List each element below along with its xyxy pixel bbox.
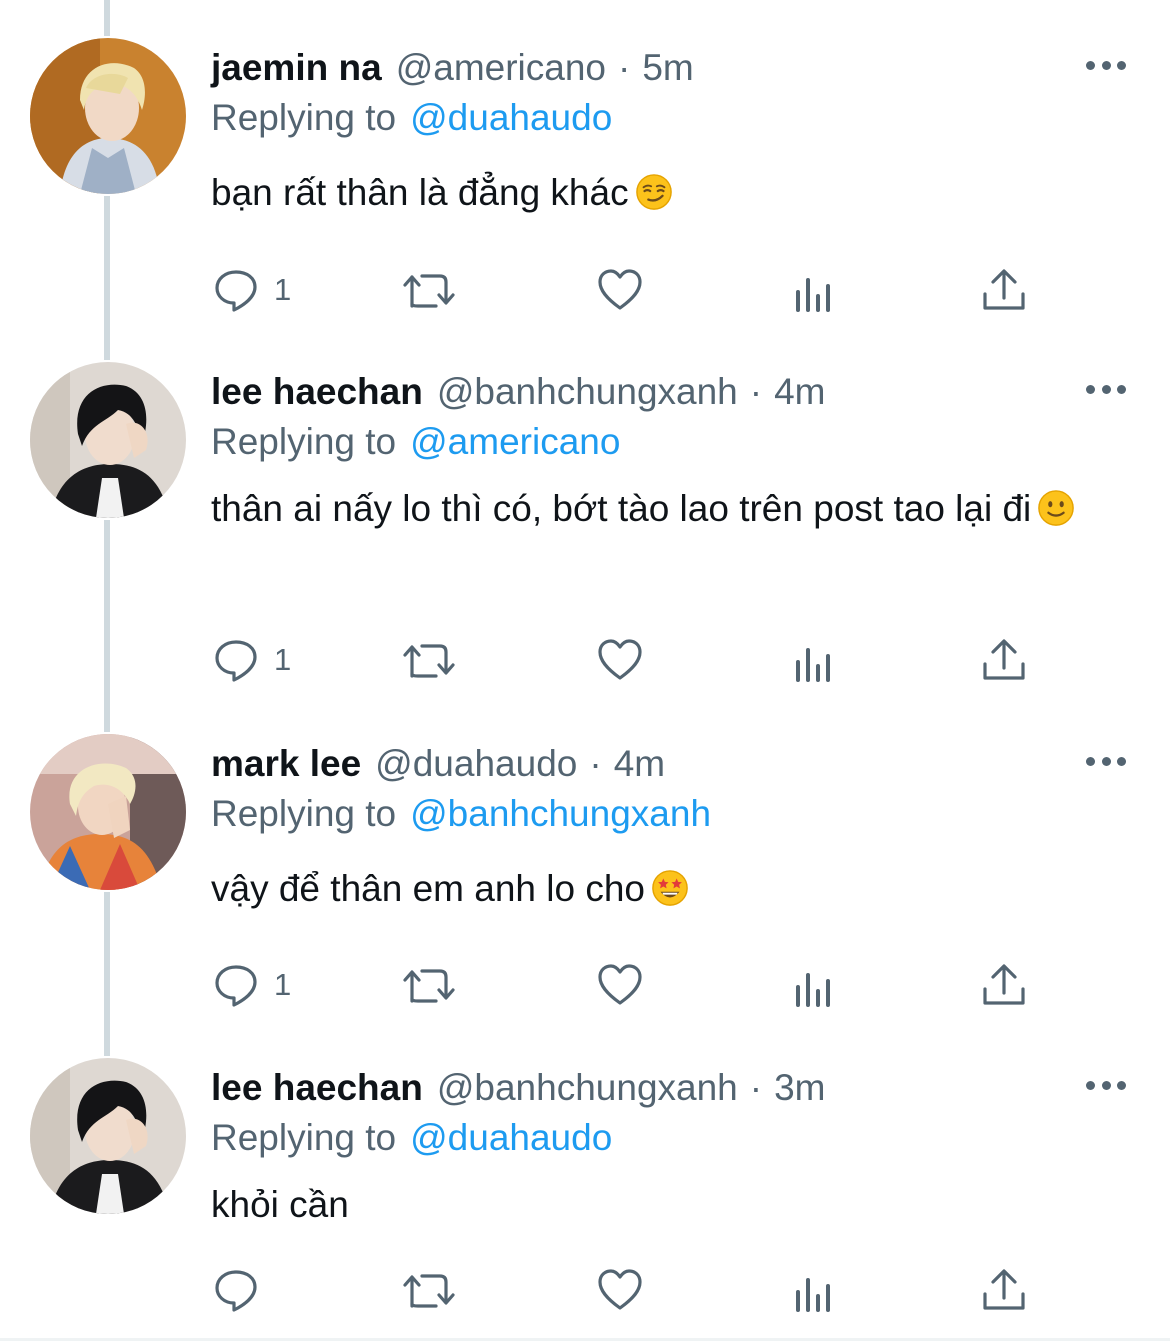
reply-button[interactable]: 1 xyxy=(212,630,291,690)
avatar[interactable] xyxy=(30,38,186,194)
views-icon xyxy=(796,1278,830,1312)
author-name[interactable]: mark lee xyxy=(211,743,361,785)
star-struck-emoji xyxy=(652,870,688,906)
tweet-text-content: thân ai nấy lo thì có, bớt tào lao trên … xyxy=(211,488,1032,529)
tweet-text: bạn rất thân là đẳng khác xyxy=(211,164,1131,222)
tweet-actions xyxy=(0,1260,1170,1320)
retweet-button[interactable] xyxy=(402,1260,458,1320)
share-icon xyxy=(983,1269,1025,1310)
replying-to-handle[interactable]: @duahaudo xyxy=(410,97,612,139)
author-handle[interactable]: @americano xyxy=(396,47,606,89)
avatar[interactable] xyxy=(30,1058,186,1214)
separator-dot: · xyxy=(749,371,763,412)
views-icon xyxy=(796,278,830,312)
retweet-button[interactable] xyxy=(402,630,458,690)
tweet-text-content: bạn rất thân là đẳng khác xyxy=(211,172,629,213)
reply-count: 1 xyxy=(274,967,292,1002)
thread-line xyxy=(104,0,110,36)
share-button[interactable] xyxy=(980,955,1028,1015)
replying-to-handle[interactable]: @duahaudo xyxy=(410,1117,612,1159)
like-button[interactable] xyxy=(596,1260,644,1320)
timestamp[interactable]: 4m xyxy=(614,743,665,785)
tweet-actions: 1 xyxy=(0,630,1170,690)
avatar[interactable] xyxy=(30,362,186,518)
replying-to-label: Replying to xyxy=(211,97,397,138)
timestamp[interactable]: 3m xyxy=(774,1067,825,1109)
reply-button[interactable]: 1 xyxy=(212,955,291,1015)
author-name[interactable]: lee haechan xyxy=(211,371,423,413)
share-icon xyxy=(983,639,1025,680)
reply-button[interactable] xyxy=(212,1260,274,1320)
views-icon xyxy=(796,973,830,1007)
more-icon[interactable] xyxy=(1086,754,1126,768)
heart-icon xyxy=(598,639,642,680)
author-name[interactable]: jaemin na xyxy=(211,47,382,89)
author-handle[interactable]: @banhchungxanh xyxy=(437,371,738,413)
timestamp[interactable]: 5m xyxy=(642,47,693,89)
like-button[interactable] xyxy=(596,630,644,690)
heart-icon xyxy=(598,964,642,1005)
retweet-icon xyxy=(403,1274,455,1308)
replying-to-handle[interactable]: @banhchungxanh xyxy=(410,793,711,835)
heart-icon xyxy=(598,1269,642,1310)
heart-icon xyxy=(598,269,642,310)
views-button[interactable] xyxy=(790,260,838,320)
author-handle[interactable]: @duahaudo xyxy=(375,743,577,785)
separator-dot: · xyxy=(589,743,602,784)
like-button[interactable] xyxy=(596,955,644,1015)
more-icon[interactable] xyxy=(1086,382,1126,396)
thread-line xyxy=(104,520,110,732)
share-icon xyxy=(983,964,1025,1005)
reply-icon xyxy=(215,640,257,682)
views-button[interactable] xyxy=(790,630,838,690)
author-handle[interactable]: @banhchungxanh xyxy=(437,1067,738,1109)
tweet-text: khỏi cần xyxy=(211,1176,1131,1234)
retweet-button[interactable] xyxy=(402,955,458,1015)
retweet-icon xyxy=(403,644,455,678)
tweet-actions: 1 xyxy=(0,955,1170,1015)
smirking-face-emoji xyxy=(635,174,672,210)
retweet-icon xyxy=(403,274,455,308)
views-icon xyxy=(796,648,830,682)
reply-count: 1 xyxy=(274,642,292,677)
replying-to-label: Replying to xyxy=(211,793,397,834)
reply-button[interactable]: 1 xyxy=(212,260,291,320)
reply-icon xyxy=(215,965,257,1007)
more-icon[interactable] xyxy=(1086,1078,1126,1092)
replying-to-handle[interactable]: @americano xyxy=(410,421,620,463)
separator-dot: · xyxy=(618,47,631,88)
slightly-smiling-face-emoji xyxy=(1038,490,1075,526)
share-button[interactable] xyxy=(980,630,1028,690)
like-button[interactable] xyxy=(596,260,644,320)
share-icon xyxy=(983,269,1025,310)
tweet-text: thân ai nấy lo thì có, bớt tào lao trên … xyxy=(211,480,1131,538)
tweet-text-content: vậy để thân em anh lo cho xyxy=(211,868,646,909)
replying-to-label: Replying to xyxy=(211,421,397,462)
tweet-actions: 1 xyxy=(0,260,1170,320)
share-button[interactable] xyxy=(980,260,1028,320)
views-button[interactable] xyxy=(790,955,838,1015)
reply-icon xyxy=(215,270,257,312)
author-name[interactable]: lee haechan xyxy=(211,1067,423,1109)
more-icon[interactable] xyxy=(1086,58,1126,72)
share-button[interactable] xyxy=(980,1260,1028,1320)
tweet-text: vậy để thân em anh lo cho xyxy=(211,860,1131,918)
avatar[interactable] xyxy=(30,734,186,890)
retweet-button[interactable] xyxy=(402,260,458,320)
tweet-text-content: khỏi cần xyxy=(211,1184,349,1225)
replying-to-label: Replying to xyxy=(211,1117,397,1158)
retweet-icon xyxy=(403,969,455,1003)
timestamp[interactable]: 4m xyxy=(774,371,825,413)
reply-icon xyxy=(215,1270,257,1312)
reply-count: 1 xyxy=(274,272,292,307)
separator-dot: · xyxy=(749,1067,763,1108)
views-button[interactable] xyxy=(790,1260,838,1320)
